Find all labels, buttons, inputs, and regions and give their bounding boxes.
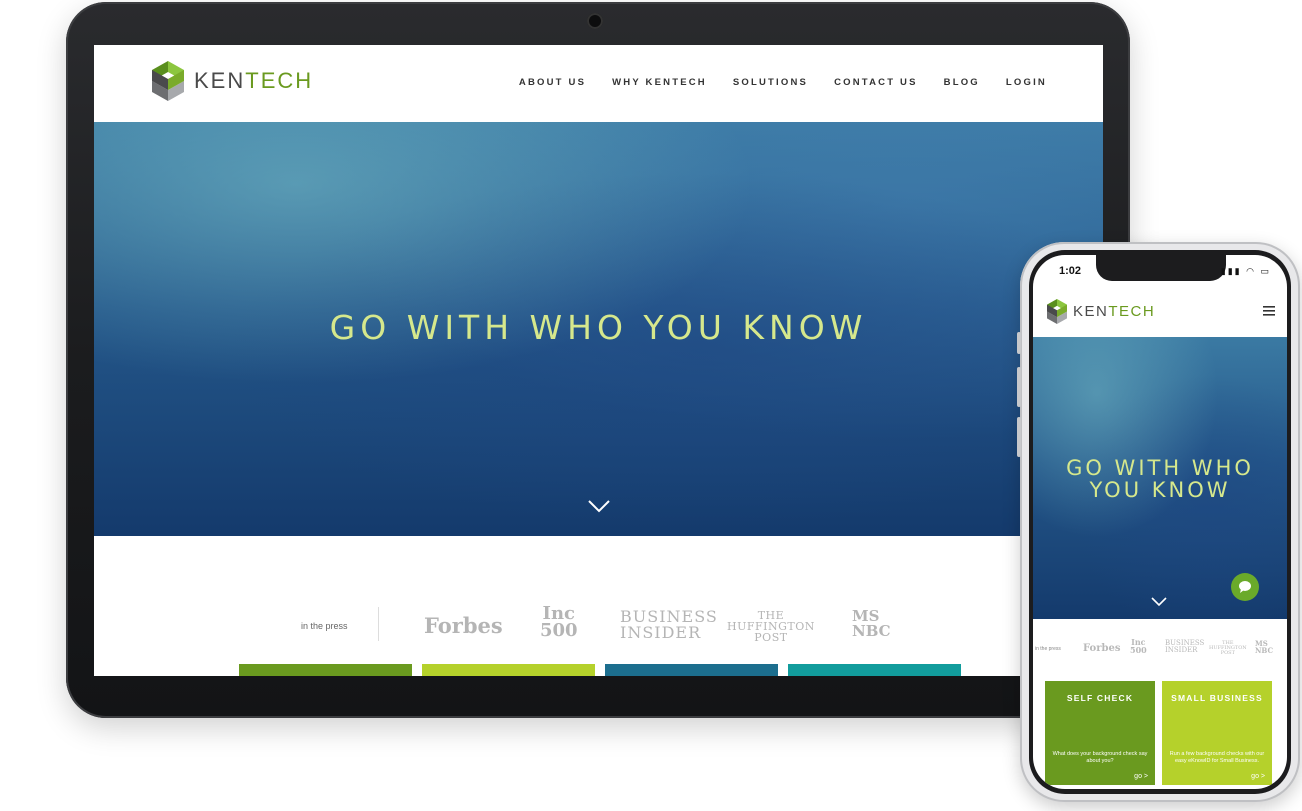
forbes-logo: Forbes: [424, 613, 503, 638]
card-self-check[interactable]: [239, 664, 412, 676]
kentech-logo[interactable]: KENTECH: [1047, 299, 1155, 324]
phone-notch: [1096, 255, 1226, 281]
chat-icon: [1239, 581, 1251, 593]
msnbc-logo: MS NBC: [852, 607, 891, 640]
chat-button[interactable]: [1231, 573, 1259, 601]
solution-cards: [239, 664, 961, 676]
card-go-link[interactable]: go >: [1134, 773, 1148, 780]
status-time: 1:02: [1059, 265, 1082, 277]
divider: [378, 607, 379, 641]
hero-banner: GO WITH WHO YOU KNOW: [94, 122, 1103, 536]
status-icons: ▮▮▮ ◠ ▭: [1220, 266, 1271, 276]
phone-device: 1:02 ▮▮▮ ◠ ▭ KENTECH GO WITH WHO YOU KNO…: [1017, 242, 1300, 802]
nav-solutions[interactable]: SOLUTIONS: [733, 77, 808, 88]
press-section: in the press Forbes Inc 500 BUSINESS INS…: [94, 601, 1103, 651]
chevron-down-icon[interactable]: [588, 495, 610, 517]
site-header: KENTECH ABOUT US WHY KENTECH SOLUTIONS C…: [94, 45, 1103, 122]
card-title: SELF CHECK: [1066, 693, 1134, 703]
kentech-logo[interactable]: KENTECH: [152, 61, 313, 101]
camera: [587, 13, 603, 29]
brand-name: KENTECH: [194, 68, 314, 93]
card-small-business[interactable]: SMALL BUSINESS Run a few background chec…: [1162, 681, 1272, 785]
brand-name: KENTECH: [1073, 303, 1156, 320]
inc500-logo: Inc 500: [540, 603, 578, 641]
hamburger-menu-icon[interactable]: [1263, 306, 1275, 316]
mobile-hero: GO WITH WHO YOU KNOW: [1033, 337, 1287, 619]
card-go-link[interactable]: go >: [1251, 773, 1265, 780]
mobile-press-section: in the press Forbes Inc 500 BUSINESS INS…: [1033, 637, 1287, 667]
tablet-screen: KENTECH ABOUT US WHY KENTECH SOLUTIONS C…: [94, 45, 1103, 676]
business-insider-logo: BUSINESS INSIDER: [620, 607, 718, 642]
forbes-logo: Forbes: [1083, 643, 1121, 654]
chevron-down-icon[interactable]: [1151, 593, 1167, 609]
nav-about-us[interactable]: ABOUT US: [519, 77, 586, 88]
phone-side-button: [1017, 367, 1021, 407]
nav-contact-us[interactable]: CONTACT US: [834, 77, 918, 88]
msnbc-logo: MS NBC: [1255, 639, 1274, 655]
huffington-post-logo: THE HUFFINGTON POST: [727, 609, 815, 644]
phone-bezel: 1:02 ▮▮▮ ◠ ▭ KENTECH GO WITH WHO YOU KNO…: [1029, 250, 1291, 794]
kentech-logo-icon: [1047, 299, 1067, 324]
huffington-post-logo: THE HUFFINGTON POST: [1209, 640, 1247, 656]
card-three[interactable]: [605, 664, 778, 676]
card-self-check[interactable]: SELF CHECK What does your background che…: [1045, 681, 1155, 785]
card-small-business[interactable]: [422, 664, 595, 676]
card-text: Run a few background checks with our eas…: [1169, 751, 1265, 764]
press-label: in the press: [1035, 646, 1061, 652]
card-title: SMALL BUSINESS: [1171, 693, 1263, 703]
phone-side-button: [1017, 417, 1021, 457]
hero-title: GO WITH WHO YOU KNOW: [329, 308, 868, 347]
main-nav: ABOUT US WHY KENTECH SOLUTIONS CONTACT U…: [519, 77, 1047, 88]
nav-login[interactable]: LOGIN: [1006, 77, 1047, 88]
nav-blog[interactable]: BLOG: [944, 77, 980, 88]
card-four[interactable]: [788, 664, 961, 676]
kentech-logo-icon: [152, 61, 184, 101]
card-text: What does your background check say abou…: [1052, 751, 1148, 764]
press-label: in the press: [301, 621, 348, 631]
tablet-device: KENTECH ABOUT US WHY KENTECH SOLUTIONS C…: [66, 2, 1130, 718]
hero-title: GO WITH WHO YOU KNOW: [1066, 456, 1254, 502]
mobile-header: KENTECH: [1033, 291, 1287, 337]
inc500-logo: Inc 500: [1130, 637, 1147, 655]
phone-side-button: [1017, 332, 1021, 354]
phone-screen: 1:02 ▮▮▮ ◠ ▭ KENTECH GO WITH WHO YOU KNO…: [1033, 255, 1287, 789]
nav-why-kentech[interactable]: WHY KENTECH: [612, 77, 707, 88]
business-insider-logo: BUSINESS INSIDER: [1165, 639, 1205, 654]
